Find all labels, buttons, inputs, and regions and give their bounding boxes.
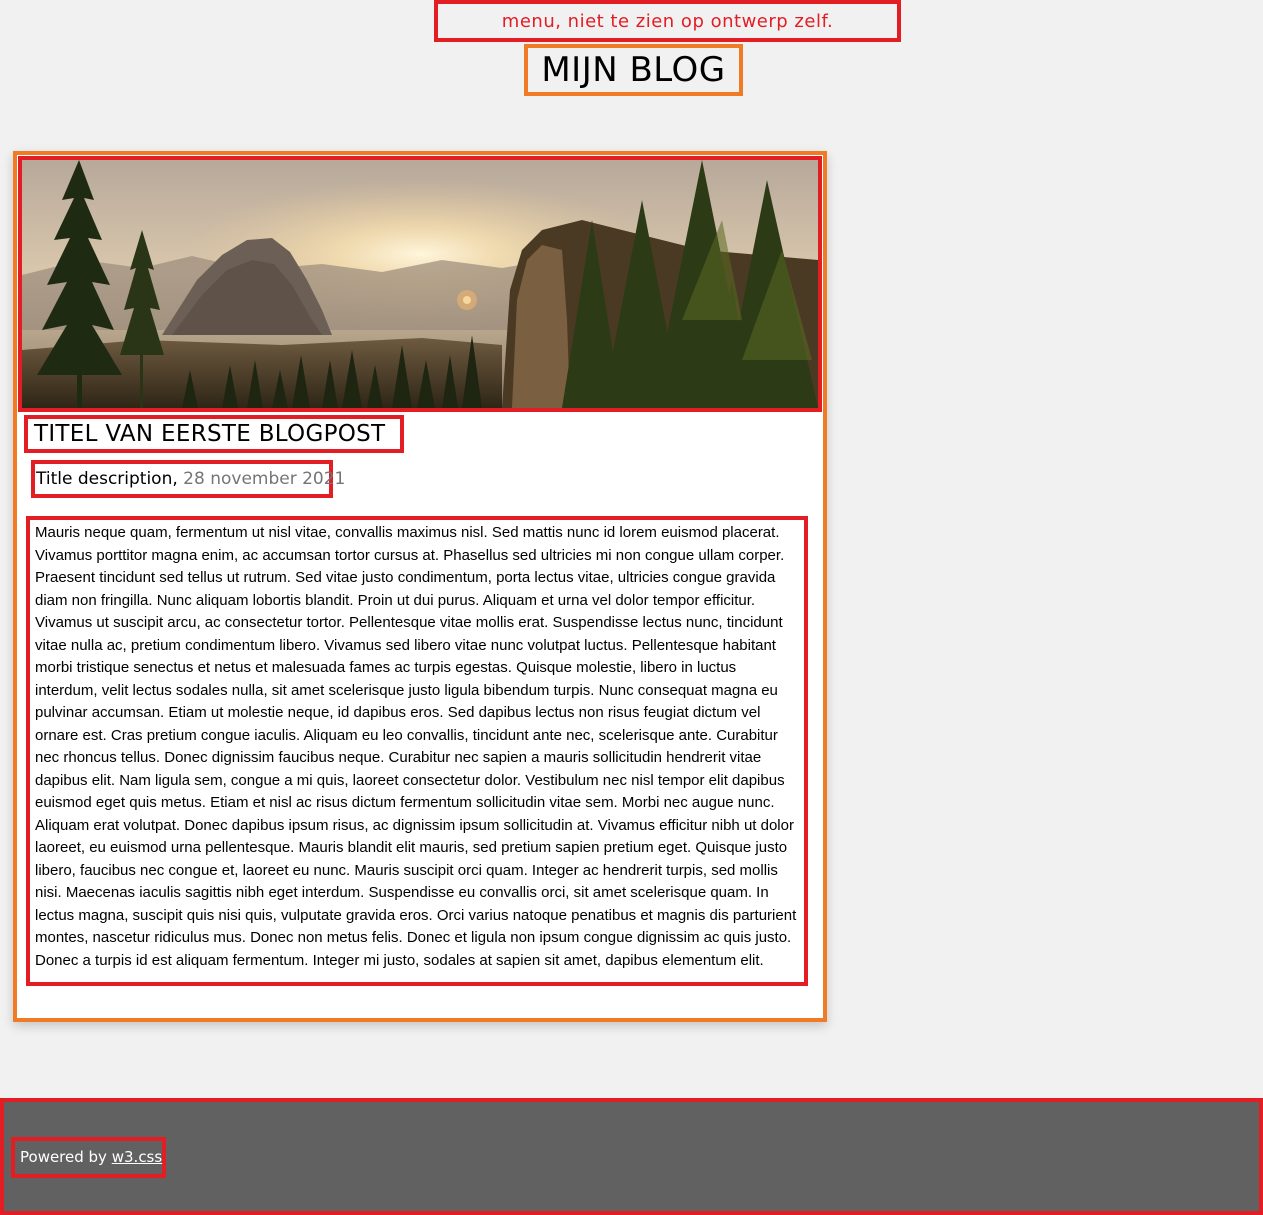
blog-title: MIJN BLOG [524,44,743,96]
menu-placeholder[interactable]: menu, niet te zien op ontwerp zelf. [434,0,901,42]
post-body: Mauris neque quam, fermentum ut nisl vit… [26,516,808,986]
post-meta: Title description, 28 november 2021 [31,460,345,498]
post-date: 28 november 2021 [183,469,346,489]
footer: Powered by w3.css [0,1098,1263,1215]
post-image [18,156,822,412]
post-description: Title description, [36,469,178,489]
powered-by-label: Powered by [20,1148,107,1166]
w3css-link[interactable]: w3.css [112,1148,162,1166]
landscape-image [22,160,818,408]
page: menu, niet te zien op ontwerp zelf. MIJN… [0,0,1263,1215]
post-title: TITEL VAN EERSTE BLOGPOST [24,415,404,453]
powered-by: Powered by w3.css [11,1137,166,1178]
blog-post-card: TITEL VAN EERSTE BLOGPOST Title descript… [13,151,827,1022]
